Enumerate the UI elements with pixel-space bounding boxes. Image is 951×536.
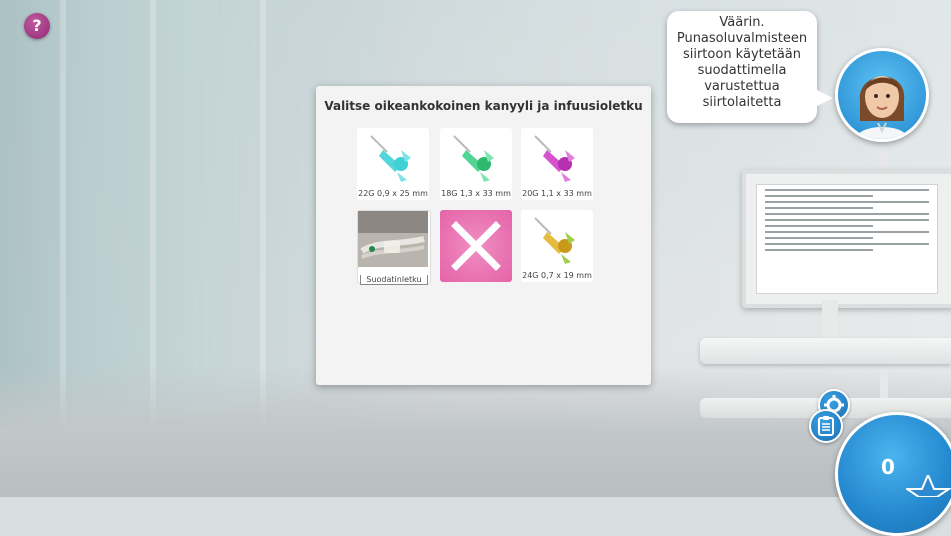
speech-line: siirtoon käytetään (682, 47, 802, 62)
option-label: 18G 1,3 x 33 mm (441, 189, 511, 198)
option-rejected[interactable] (440, 210, 512, 282)
close-icon (451, 221, 501, 271)
option-cannula-24g[interactable]: 24G 0,7 x 19 mm (521, 210, 593, 282)
help-button[interactable]: ? (24, 13, 50, 39)
speech-line: siirtolaitetta (702, 95, 782, 110)
score-display: 0 (835, 412, 951, 536)
speech-bubble: Väärin. Punasoluvalmisteen siirtoon käyt… (667, 11, 817, 123)
nurse-portrait (856, 76, 908, 139)
star-icon (906, 475, 951, 497)
cart-shelf (700, 338, 951, 364)
choice-dialog: Valitse oikeankokoinen kanyyli ja infuus… (316, 86, 651, 385)
cannula-icon (534, 217, 575, 264)
clipboard-icon (818, 416, 834, 436)
speech-tail (813, 88, 833, 108)
option-label: 24G 0,7 x 19 mm (522, 271, 592, 280)
option-label: 20G 1,1 x 33 mm (522, 189, 592, 198)
speech-line: suodattimella (697, 63, 787, 78)
nurse-avatar[interactable] (835, 48, 929, 142)
monitor-screen (756, 184, 938, 294)
cannula-icon (534, 135, 575, 182)
option-cannula-20g[interactable]: 20G 1,1 x 33 mm (521, 128, 593, 200)
option-filter-tubing[interactable]: Suodatinletku (357, 210, 431, 285)
floor (0, 367, 951, 497)
speech-line: Väärin. (719, 15, 765, 30)
monitor-stand (822, 300, 838, 340)
score-value: 0 (881, 455, 895, 479)
cannula-icon (453, 135, 494, 182)
dialog-title: Valitse oikeankokoinen kanyyli ja infuus… (324, 99, 643, 113)
option-cannula-22g[interactable]: 22G 0,9 x 25 mm (357, 128, 429, 200)
speech-line: varustettua (704, 79, 780, 94)
option-label: 22G 0,9 x 25 mm (358, 189, 428, 198)
cannula-icon (370, 135, 411, 182)
notes-button[interactable] (809, 409, 843, 443)
option-cannula-18g[interactable]: 18G 1,3 x 33 mm (440, 128, 512, 200)
tubing-photo (358, 211, 428, 267)
computer-monitor (742, 170, 951, 308)
help-icon: ? (32, 16, 42, 35)
option-label: Suodatinletku (360, 275, 428, 285)
speech-line: Punasoluvalmisteen (676, 31, 808, 46)
